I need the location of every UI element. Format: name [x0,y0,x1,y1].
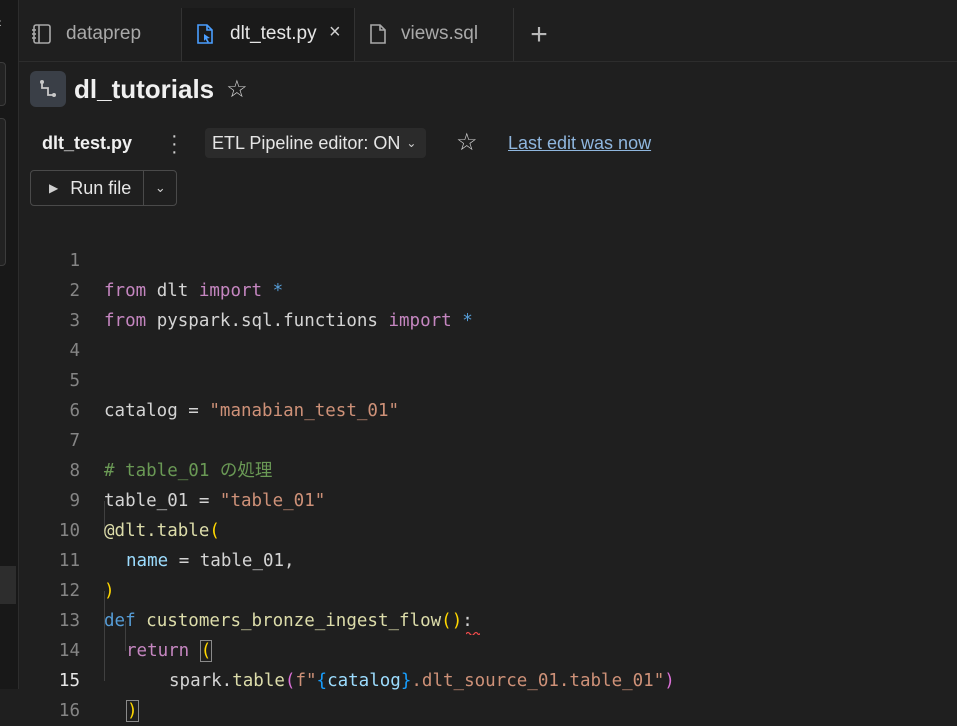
python-file-icon [197,24,213,44]
code-line: 9 @dlt.table( [0,456,957,541]
star-icon[interactable]: ☆ [456,128,478,157]
page-title: dl_tutorials [74,73,215,104]
line-number: 16 [58,701,80,721]
spellcheck-squiggle [466,631,480,635]
tab-label: views.sql [401,23,479,44]
tab-dlt-test-py[interactable]: dlt_test.py × [182,8,355,61]
code-line: 7 # table_01 の処理 [0,396,957,481]
code-line: 15 ) [0,636,957,722]
code-line: 3 [0,276,957,331]
tab-label: dlt_test.py [230,23,317,44]
run-button-group: ▶ Run file ⌄ [30,170,178,206]
run-options-button[interactable]: ⌄ [144,171,176,205]
play-icon: ▶ [49,181,59,195]
last-edit-link[interactable]: Last edit was now [508,133,651,154]
run-file-button[interactable]: ▶ Run file [31,171,145,205]
tab-views-sql[interactable]: views.sql [355,8,514,61]
notebook-icon [32,24,51,44]
rail-panel [0,62,6,106]
close-icon[interactable]: × [329,21,341,44]
tab-dataprep[interactable]: dataprep [19,8,182,61]
code-line: 10 name = table_01, [0,486,957,571]
code-line: 2 from pyspark.sql.functions import * [0,246,957,331]
chevron-down-icon: ⌄ [154,180,166,195]
tab-label: dataprep [66,23,142,44]
file-icon [370,24,386,44]
code-line: 6 [0,366,957,421]
code-line: 13 return ( [0,576,957,662]
etl-editor-dropdown[interactable]: ETL Pipeline editor: ON ⌄ [205,128,427,158]
code-line: 1 from dlt import * [0,216,957,301]
file-name: dlt_test.py [42,133,133,153]
code-line: 5 catalog = "manabian_test_01" [0,336,957,421]
file-toolbar: dlt_test.py · · · ETL Pipeline editor: ON … [0,125,957,162]
kebab-menu-icon[interactable]: · · · [171,126,178,162]
add-tab-button[interactable]: + [514,8,564,61]
code-line: 12 def customers_bronze_ingest_flow(): [0,546,957,631]
pipeline-icon [30,71,66,107]
code-token: ) [126,700,139,722]
etl-editor-label: ETL Pipeline editor: ON [212,132,401,153]
notebook-header: dl_tutorials ☆ [30,71,248,107]
run-file-label: Run file [70,177,132,198]
chevron-down-icon: ⌄ [406,136,417,150]
code-line: 16 [0,666,957,721]
code-line: 4 [0,306,957,361]
code-line: 8 table_01 = "table_01" [0,426,957,511]
tab-bar: dataprep dlt_test.py × views.sql + [19,8,957,62]
chevron-left-icon[interactable]: ‹ [0,14,2,30]
code-line: 11 ) [0,516,957,601]
star-icon[interactable]: ☆ [226,75,248,104]
